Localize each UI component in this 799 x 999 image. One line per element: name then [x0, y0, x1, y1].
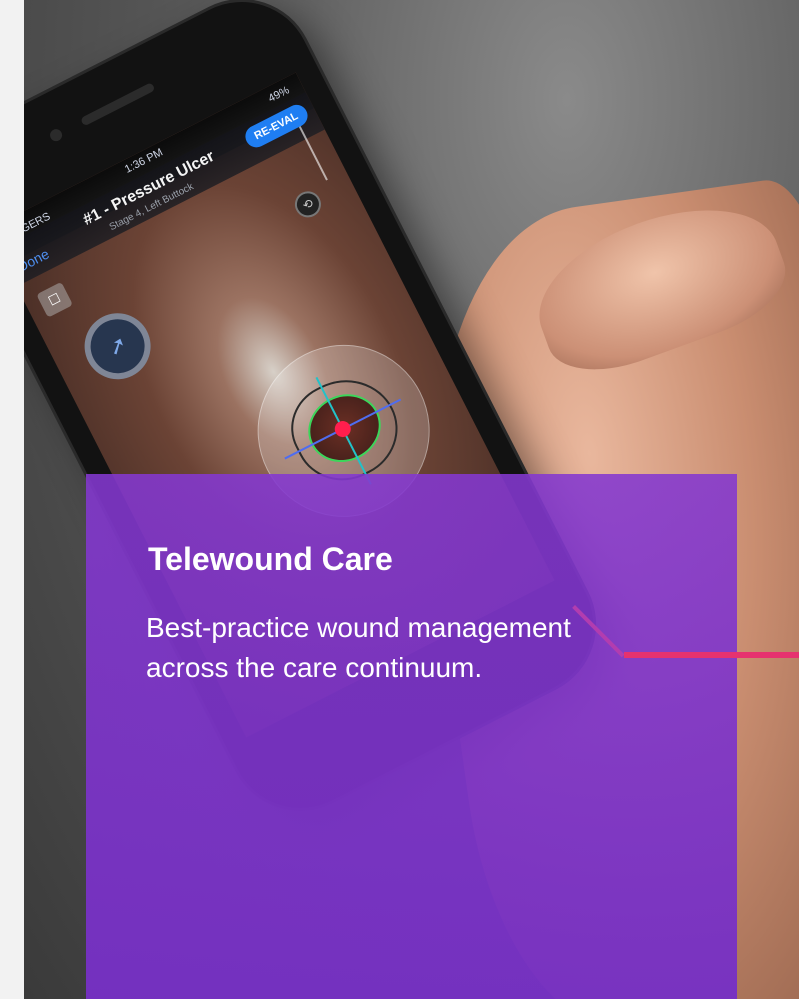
card-title: Telewound Care [148, 541, 393, 577]
done-button[interactable]: Done [24, 246, 52, 275]
feature-card: Telewound Care Best-practice wound manag… [86, 474, 737, 999]
compass-icon[interactable]: ➚ [73, 301, 162, 391]
accent-line [624, 652, 799, 658]
history-icon[interactable]: ⟲ [290, 186, 326, 222]
earpiece-speaker [80, 82, 156, 127]
card-description: Best-practice wound management across th… [146, 612, 571, 683]
front-camera [48, 127, 65, 144]
comment-icon[interactable]: ☐ [36, 281, 74, 318]
